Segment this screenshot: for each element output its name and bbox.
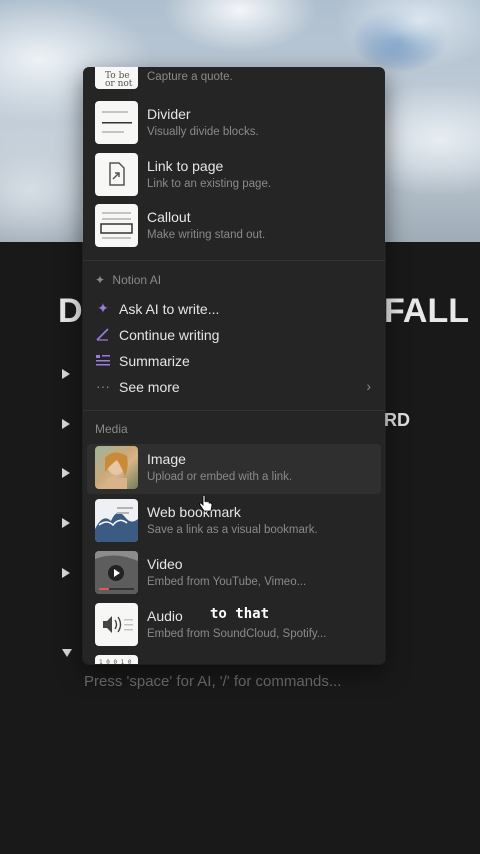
- menu-item-code[interactable]: 1 0 0 1 0: [83, 653, 385, 664]
- menu-item-callout[interactable]: Callout Make writing stand out.: [83, 202, 385, 252]
- menu-item-desc: Visually divide blocks.: [147, 126, 259, 138]
- menu-item-quote[interactable]: To be or not Capture a quote.: [83, 67, 385, 94]
- notion-page: D FALL RD Press 'space' for AI, '/' for …: [0, 0, 480, 854]
- toggle-arrow-3-icon[interactable]: [62, 468, 70, 478]
- toggle-arrow-4-icon[interactable]: [62, 518, 70, 528]
- slash-command-menu: To be or not Capture a quote. Divider Vis…: [83, 67, 385, 664]
- menu-item-continue-writing[interactable]: Continue writing: [83, 322, 385, 348]
- menu-item-label: Ask AI to write...: [119, 301, 220, 317]
- toggle-arrow-1-icon[interactable]: [62, 369, 70, 379]
- svg-text:1 0 0 1 0: 1 0 0 1 0: [99, 659, 132, 664]
- menu-item-title: Image: [147, 451, 186, 467]
- menu-item-label: Continue writing: [119, 327, 220, 343]
- page-title-start: D: [58, 292, 83, 330]
- menu-item-see-more[interactable]: ··· See more ›: [83, 374, 385, 400]
- menu-item-ask-ai[interactable]: ✦ Ask AI to write...: [83, 296, 385, 322]
- sparkle-icon: ✦: [97, 300, 109, 316]
- toggle-arrow-2-icon[interactable]: [62, 419, 70, 429]
- menu-item-desc: Capture a quote.: [147, 71, 233, 83]
- menu-item-title: Divider: [147, 106, 191, 122]
- menu-item-title: Link to page: [147, 158, 224, 174]
- menu-item-title: Callout: [147, 209, 191, 225]
- notion-ai-section: ✦ Notion AI: [95, 273, 161, 287]
- quote-thumb-icon: To be or not: [95, 67, 138, 89]
- menu-item-desc: Embed from SoundCloud, Spotify...: [147, 628, 327, 640]
- hand-cursor-icon: [199, 494, 213, 512]
- audio-thumb-icon: [95, 603, 138, 646]
- menu-item-title: Video: [147, 556, 183, 572]
- menu-item-title: Web bookmark: [147, 504, 241, 520]
- menu-item-web-bookmark[interactable]: Web bookmark Save a link as a visual boo…: [83, 497, 385, 547]
- menu-item-desc: Upload or embed with a link.: [147, 471, 293, 483]
- menu-divider: [83, 410, 385, 411]
- bookmark-thumb-icon: [95, 499, 138, 542]
- menu-item-desc: Link to an existing page.: [147, 178, 272, 190]
- menu-item-label: See more: [119, 379, 180, 395]
- page-title-end: FALL: [384, 292, 469, 330]
- menu-item-label: Summarize: [119, 353, 190, 369]
- menu-item-divider[interactable]: Divider Visually divide blocks.: [83, 99, 385, 149]
- chevron-right-icon: ›: [366, 378, 371, 394]
- menu-item-desc: Embed from YouTube, Vimeo...: [147, 576, 307, 588]
- menu-item-image[interactable]: Image Upload or embed with a link.: [87, 444, 381, 494]
- menu-item-video[interactable]: Video Embed from YouTube, Vimeo...: [83, 549, 385, 599]
- menu-divider: [83, 260, 385, 261]
- partial-heading: RD: [384, 410, 410, 430]
- menu-item-link-to-page[interactable]: Link to page Link to an existing page.: [83, 151, 385, 201]
- block-placeholder[interactable]: Press 'space' for AI, '/' for commands..…: [84, 673, 341, 690]
- section-label: Notion AI: [112, 273, 162, 287]
- link-page-thumb-icon: [95, 153, 138, 196]
- menu-item-desc: Make writing stand out.: [147, 229, 266, 241]
- video-caption: to that: [210, 606, 270, 622]
- media-section-label: Media: [95, 422, 128, 436]
- menu-item-summarize[interactable]: Summarize: [83, 348, 385, 374]
- toggle-arrow-open-icon[interactable]: [62, 649, 72, 657]
- video-thumb-icon: [95, 551, 138, 594]
- pen-icon: [95, 326, 111, 342]
- code-thumb-icon: 1 0 0 1 0: [95, 655, 138, 664]
- callout-thumb-icon: [95, 204, 138, 247]
- menu-item-desc: Save a link as a visual bookmark.: [147, 524, 318, 536]
- more-dots-icon: ···: [96, 378, 110, 394]
- summary-icon: [95, 352, 111, 368]
- toggle-arrow-5-icon[interactable]: [62, 568, 70, 578]
- svg-text:or not: or not: [105, 79, 133, 89]
- menu-item-title: Audio: [147, 608, 183, 624]
- sparkle-icon: ✦: [95, 273, 106, 287]
- image-thumb-icon: [95, 446, 138, 489]
- divider-thumb-icon: [95, 101, 138, 144]
